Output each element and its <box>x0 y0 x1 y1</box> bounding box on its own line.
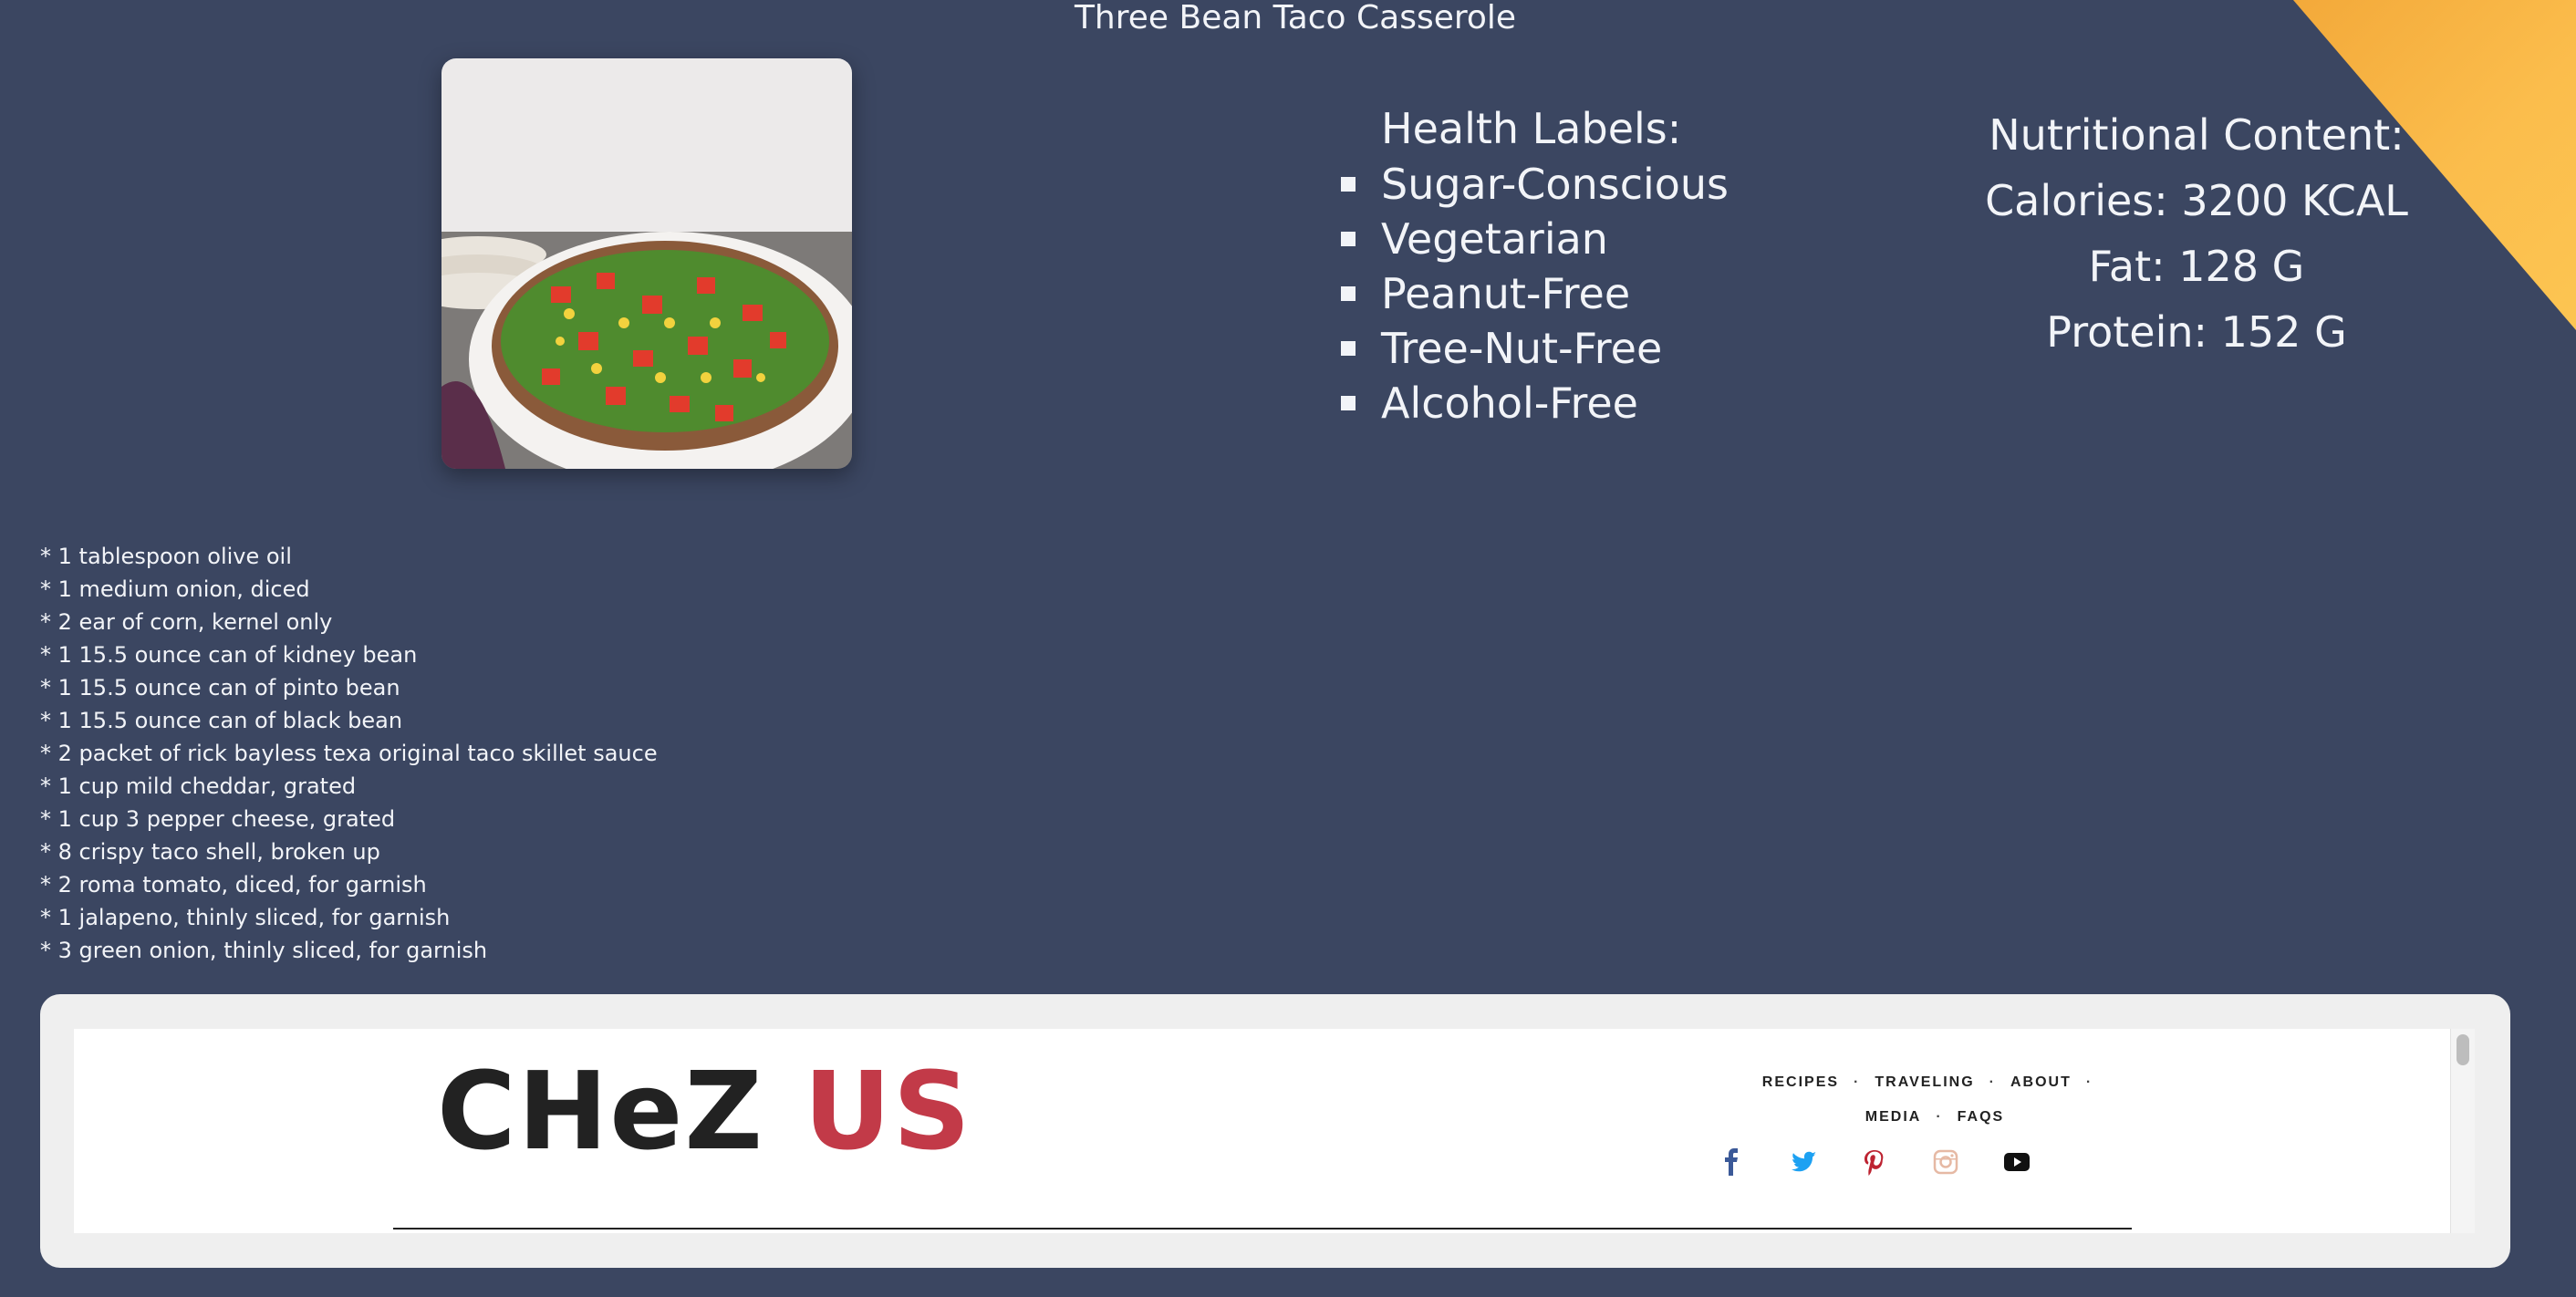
embedded-site-viewport[interactable]: CHeZ US RECIPES · TRAVELING · ABOUT · MEDIA · F… <box>74 1029 2475 1233</box>
instagram-icon[interactable] <box>1929 1147 1962 1180</box>
ingredient-item: * 8 crispy taco shell, broken up <box>40 839 380 865</box>
logo-text-chez: CHeZ <box>437 1048 764 1174</box>
ingredient-item: * 2 packet of rick bayless texa original… <box>40 741 658 766</box>
nutrition-calories: Calories: 3200 KCAL <box>1985 176 2408 225</box>
pinterest-icon[interactable] <box>1858 1147 1891 1180</box>
logo-text-us: US <box>804 1048 972 1174</box>
ingredient-item: * 1 15.5 ounce can of kidney bean <box>40 642 418 668</box>
ingredient-item: * 2 ear of corn, kernel only <box>40 609 333 635</box>
ingredient-item: * 1 tablespoon olive oil <box>40 544 292 569</box>
ingredient-item: * 1 cup 3 pepper cheese, grated <box>40 806 396 832</box>
ingredient-item: * 1 cup mild cheddar, grated <box>40 773 357 799</box>
nav-separator: · <box>2085 1074 2093 1090</box>
ingredient-item: * 1 medium onion, diced <box>40 576 310 602</box>
social-links <box>1716 1147 2172 1180</box>
facebook-icon[interactable] <box>1716 1147 1749 1180</box>
youtube-icon[interactable] <box>2000 1147 2033 1180</box>
recipe-title: Three Bean Taco Casserole <box>1074 0 1517 36</box>
health-label-item: Peanut-Free <box>1341 266 1729 321</box>
health-label-item: Alcohol-Free <box>1341 376 1729 431</box>
ingredient-item: * 1 jalapeno, thinly sliced, for garnish <box>40 905 451 930</box>
ingredients-list: * 1 tablespoon olive oil * 1 medium onio… <box>40 540 658 967</box>
ingredient-item: * 3 green onion, thinly sliced, for garn… <box>40 938 488 963</box>
nav-link-traveling[interactable]: TRAVELING <box>1875 1074 1974 1090</box>
site-nav-row-1: RECIPES · TRAVELING · ABOUT · <box>1661 1065 2208 1100</box>
nav-link-recipes[interactable]: RECIPES <box>1762 1074 1839 1090</box>
ingredient-item: * 1 15.5 ounce can of pinto bean <box>40 675 400 700</box>
embedded-site-frame: CHeZ US RECIPES · TRAVELING · ABOUT · MEDIA · F… <box>40 994 2510 1268</box>
health-label-item: Vegetarian <box>1341 212 1729 266</box>
site-logo[interactable]: CHeZ US <box>437 1056 972 1166</box>
scrollbar-thumb[interactable] <box>2457 1034 2469 1065</box>
nav-link-about[interactable]: ABOUT <box>2010 1074 2072 1090</box>
vertical-scrollbar[interactable] <box>2450 1029 2475 1233</box>
recipe-photo <box>441 58 852 469</box>
nutrition-heading: Nutritional Content: <box>1989 110 2405 160</box>
nutrition-protein: Protein: 152 G <box>2046 307 2347 357</box>
site-nav-row-2: MEDIA · FAQS <box>1661 1100 2208 1135</box>
health-label-item: Tree-Nut-Free <box>1341 321 1729 376</box>
nav-separator: · <box>1854 1074 1861 1090</box>
health-labels-list: Sugar-Conscious Vegetarian Peanut-Free T… <box>1341 157 1729 431</box>
nav-link-faqs[interactable]: FAQS <box>1958 1109 2005 1125</box>
twitter-icon[interactable] <box>1787 1147 1820 1180</box>
header-divider <box>393 1228 2132 1230</box>
nutrition-fat: Fat: 128 G <box>2088 242 2305 291</box>
nutritional-content: Nutritional Content: Calories: 3200 KCAL… <box>1978 102 2415 365</box>
health-labels: Health Labels: Sugar-Conscious Vegetaria… <box>1341 100 1729 431</box>
site-nav: RECIPES · TRAVELING · ABOUT · MEDIA · FAQS <box>1661 1065 2208 1135</box>
nav-separator: · <box>1936 1109 1943 1125</box>
ingredient-item: * 2 roma tomato, diced, for garnish <box>40 872 427 898</box>
ingredient-item: * 1 15.5 ounce can of black bean <box>40 708 403 733</box>
nav-link-media[interactable]: MEDIA <box>1865 1109 1922 1125</box>
health-labels-heading: Health Labels: <box>1381 104 1682 153</box>
health-label-item: Sugar-Conscious <box>1341 157 1729 212</box>
nav-separator: · <box>1989 1074 1996 1090</box>
